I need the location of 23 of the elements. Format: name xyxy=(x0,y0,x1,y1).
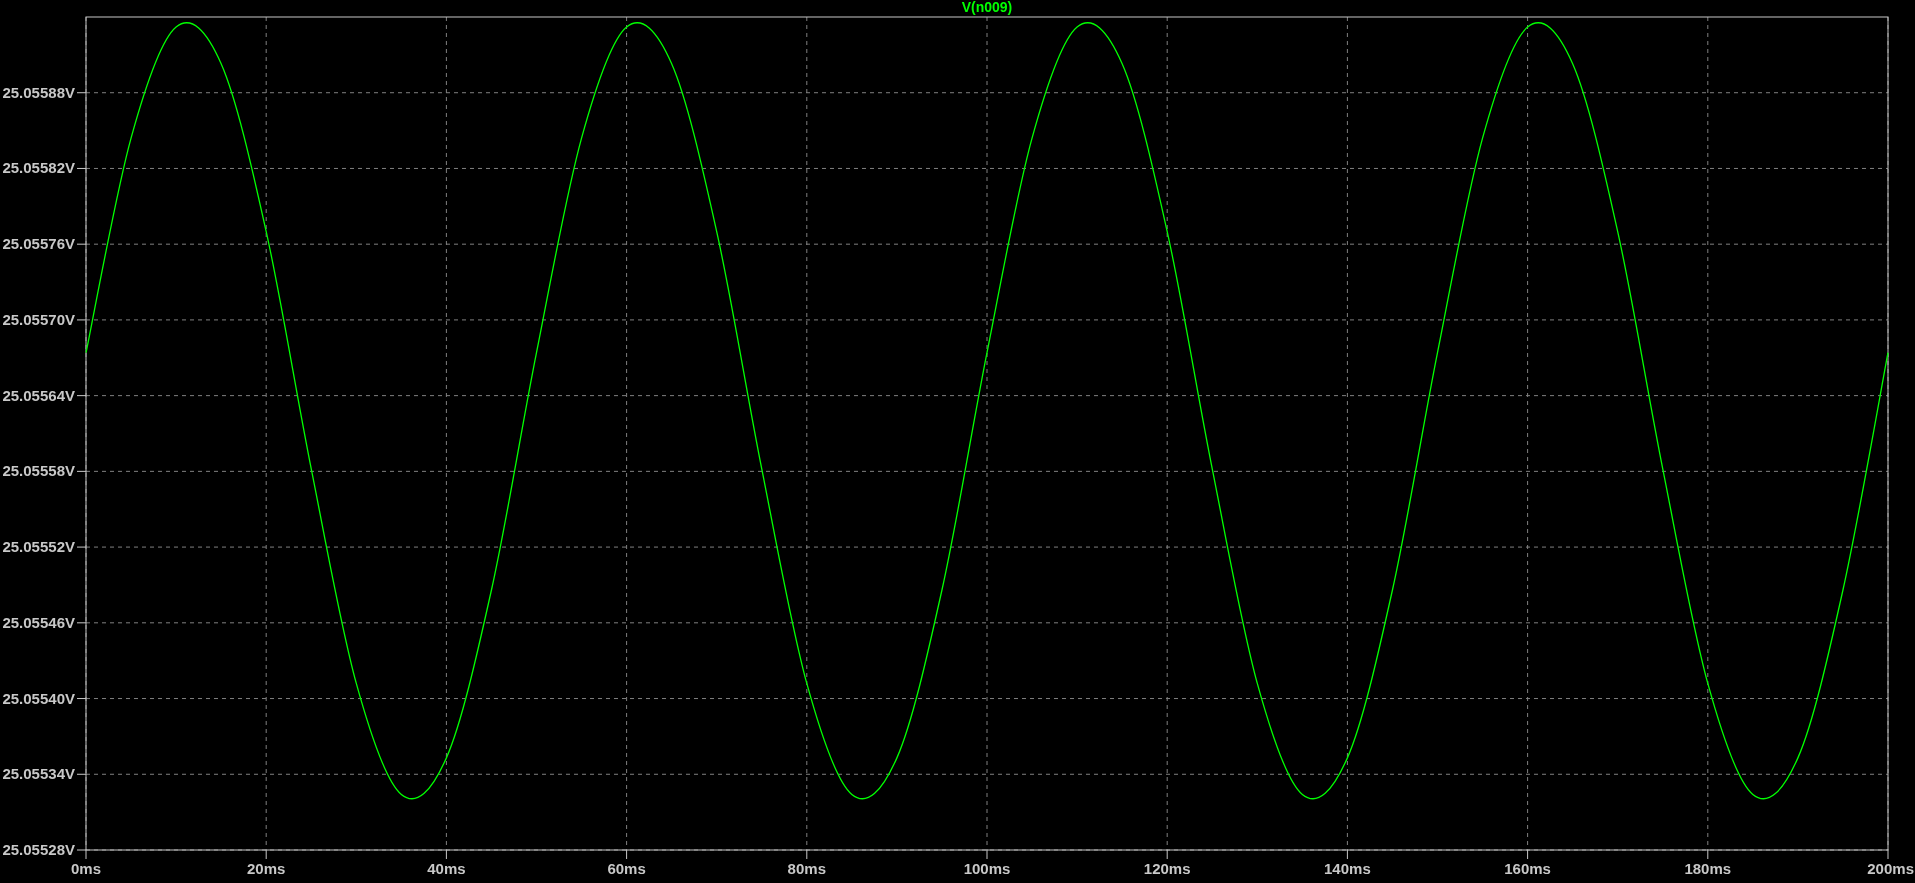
x-axis-label: 180ms xyxy=(1684,860,1732,877)
y-axis-label: 25.05558V xyxy=(2,462,75,480)
x-axis-label: 100ms xyxy=(963,860,1011,877)
x-axis-label: 0ms xyxy=(71,860,101,877)
x-axis-label: 80ms xyxy=(787,860,826,877)
x-axis-label: 120ms xyxy=(1143,860,1191,877)
x-axis-label: 140ms xyxy=(1324,860,1371,877)
y-axis-label: 25.05540V xyxy=(2,689,75,707)
x-axis-label: 200ms xyxy=(1867,860,1914,877)
x-axis-label: 160ms xyxy=(1504,860,1551,877)
y-axis-label: 25.05546V xyxy=(2,613,75,631)
y-axis-label: 25.05576V xyxy=(2,235,75,253)
x-axis-label: 40ms xyxy=(427,860,466,877)
trace-title: V(n009) xyxy=(961,0,1013,15)
y-axis-label: 25.05582V xyxy=(2,159,75,177)
x-axis-label: 60ms xyxy=(607,860,646,877)
y-axis-label: 25.05534V xyxy=(2,765,75,783)
y-axis-label: 25.05570V xyxy=(2,310,75,328)
y-axis-label: 25.05588V xyxy=(2,83,75,101)
y-axis-label: 25.05564V xyxy=(2,386,75,404)
x-axis-label: 20ms xyxy=(247,860,286,877)
y-axis-label: 25.05528V xyxy=(2,841,75,858)
y-axis-label: 25.05552V xyxy=(2,538,75,556)
